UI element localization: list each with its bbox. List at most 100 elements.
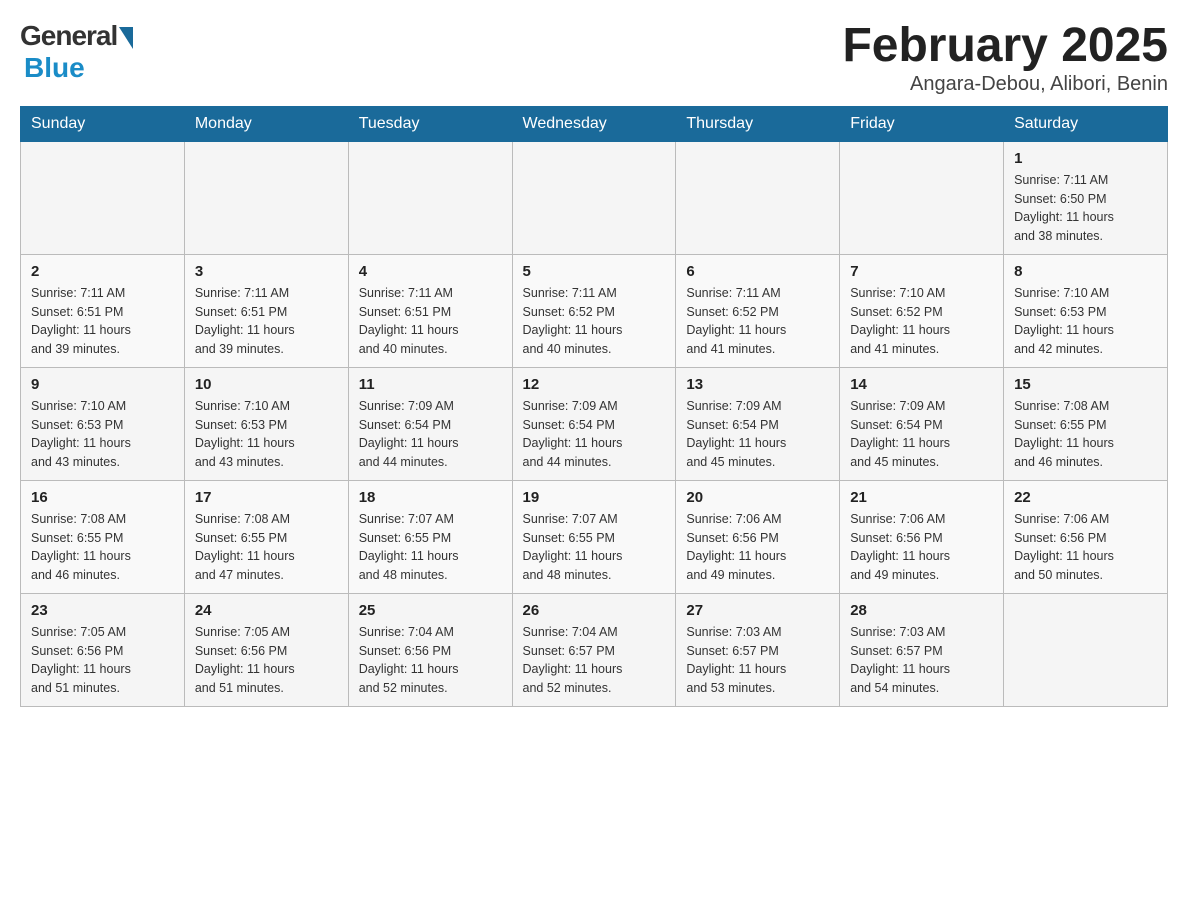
weekday-header-tuesday: Tuesday — [348, 106, 512, 141]
day-number: 18 — [359, 489, 502, 506]
day-number: 9 — [31, 376, 174, 393]
calendar-cell: 9 Sunrise: 7:10 AM Sunset: 6:53 PM Daylig… — [21, 367, 185, 480]
logo-blue-text: Blue — [24, 52, 85, 84]
day-number: 11 — [359, 376, 502, 393]
day-info: Sunrise: 7:03 AM Sunset: 6:57 PM Dayligh… — [850, 623, 993, 698]
week-row-4: 16 Sunrise: 7:08 AM Sunset: 6:55 PM Dayli… — [21, 480, 1168, 593]
day-info: Sunrise: 7:11 AM Sunset: 6:52 PM Dayligh… — [686, 284, 829, 359]
day-number: 10 — [195, 376, 338, 393]
calendar-cell: 7 Sunrise: 7:10 AM Sunset: 6:52 PM Daylig… — [840, 254, 1004, 367]
day-number: 16 — [31, 489, 174, 506]
day-number: 13 — [686, 376, 829, 393]
weekday-header-wednesday: Wednesday — [512, 106, 676, 141]
day-number: 23 — [31, 602, 174, 619]
calendar-cell: 15 Sunrise: 7:08 AM Sunset: 6:55 PM Dayli… — [1004, 367, 1168, 480]
calendar-cell: 26 Sunrise: 7:04 AM Sunset: 6:57 PM Dayli… — [512, 593, 676, 706]
day-info: Sunrise: 7:09 AM Sunset: 6:54 PM Dayligh… — [523, 397, 666, 472]
day-number: 5 — [523, 263, 666, 280]
calendar-cell: 3 Sunrise: 7:11 AM Sunset: 6:51 PM Daylig… — [184, 254, 348, 367]
day-info: Sunrise: 7:10 AM Sunset: 6:52 PM Dayligh… — [850, 284, 993, 359]
day-info: Sunrise: 7:10 AM Sunset: 6:53 PM Dayligh… — [1014, 284, 1157, 359]
calendar-title: February 2025 — [842, 20, 1168, 73]
calendar-cell: 22 Sunrise: 7:06 AM Sunset: 6:56 PM Dayli… — [1004, 480, 1168, 593]
calendar-cell — [21, 141, 185, 254]
day-number: 17 — [195, 489, 338, 506]
day-number: 2 — [31, 263, 174, 280]
day-number: 21 — [850, 489, 993, 506]
day-info: Sunrise: 7:10 AM Sunset: 6:53 PM Dayligh… — [31, 397, 174, 472]
day-info: Sunrise: 7:11 AM Sunset: 6:51 PM Dayligh… — [359, 284, 502, 359]
week-row-3: 9 Sunrise: 7:10 AM Sunset: 6:53 PM Daylig… — [21, 367, 1168, 480]
calendar-cell: 28 Sunrise: 7:03 AM Sunset: 6:57 PM Dayli… — [840, 593, 1004, 706]
calendar-cell: 24 Sunrise: 7:05 AM Sunset: 6:56 PM Dayli… — [184, 593, 348, 706]
calendar-cell: 11Sunrise: 7:09 AM Sunset: 6:54 PM Dayli… — [348, 367, 512, 480]
weekday-header-monday: Monday — [184, 106, 348, 141]
calendar-cell: 8 Sunrise: 7:10 AM Sunset: 6:53 PM Daylig… — [1004, 254, 1168, 367]
day-number: 26 — [523, 602, 666, 619]
calendar-cell: 19Sunrise: 7:07 AM Sunset: 6:55 PM Dayli… — [512, 480, 676, 593]
calendar-table: SundayMondayTuesdayWednesdayThursdayFrid… — [20, 106, 1168, 707]
day-number: 12 — [523, 376, 666, 393]
logo-arrow-icon — [119, 27, 133, 49]
calendar-cell: 21Sunrise: 7:06 AM Sunset: 6:56 PM Dayli… — [840, 480, 1004, 593]
day-number: 14 — [850, 376, 993, 393]
calendar-cell: 13 Sunrise: 7:09 AM Sunset: 6:54 PM Dayli… — [676, 367, 840, 480]
calendar-cell: 23 Sunrise: 7:05 AM Sunset: 6:56 PM Dayli… — [21, 593, 185, 706]
day-number: 15 — [1014, 376, 1157, 393]
day-info: Sunrise: 7:05 AM Sunset: 6:56 PM Dayligh… — [195, 623, 338, 698]
day-info: Sunrise: 7:11 AM Sunset: 6:50 PM Dayligh… — [1014, 171, 1157, 246]
day-info: Sunrise: 7:06 AM Sunset: 6:56 PM Dayligh… — [686, 510, 829, 585]
day-info: Sunrise: 7:06 AM Sunset: 6:56 PM Dayligh… — [1014, 510, 1157, 585]
day-info: Sunrise: 7:11 AM Sunset: 6:51 PM Dayligh… — [195, 284, 338, 359]
day-info: Sunrise: 7:08 AM Sunset: 6:55 PM Dayligh… — [195, 510, 338, 585]
calendar-cell — [840, 141, 1004, 254]
calendar-cell: 17 Sunrise: 7:08 AM Sunset: 6:55 PM Dayli… — [184, 480, 348, 593]
calendar-cell: 12 Sunrise: 7:09 AM Sunset: 6:54 PM Dayli… — [512, 367, 676, 480]
calendar-cell — [512, 141, 676, 254]
day-number: 22 — [1014, 489, 1157, 506]
weekday-header-saturday: Saturday — [1004, 106, 1168, 141]
calendar-subtitle: Angara-Debou, Alibori, Benin — [842, 73, 1168, 96]
day-number: 19 — [523, 489, 666, 506]
day-number: 1 — [1014, 150, 1157, 167]
day-number: 7 — [850, 263, 993, 280]
weekday-header-sunday: Sunday — [21, 106, 185, 141]
calendar-cell — [676, 141, 840, 254]
calendar-cell — [348, 141, 512, 254]
day-info: Sunrise: 7:08 AM Sunset: 6:55 PM Dayligh… — [1014, 397, 1157, 472]
weekday-header-thursday: Thursday — [676, 106, 840, 141]
day-number: 8 — [1014, 263, 1157, 280]
logo: General Blue — [20, 20, 133, 84]
day-info: Sunrise: 7:09 AM Sunset: 6:54 PM Dayligh… — [850, 397, 993, 472]
calendar-cell — [184, 141, 348, 254]
day-info: Sunrise: 7:05 AM Sunset: 6:56 PM Dayligh… — [31, 623, 174, 698]
day-info: Sunrise: 7:04 AM Sunset: 6:56 PM Dayligh… — [359, 623, 502, 698]
day-info: Sunrise: 7:04 AM Sunset: 6:57 PM Dayligh… — [523, 623, 666, 698]
day-number: 3 — [195, 263, 338, 280]
day-info: Sunrise: 7:03 AM Sunset: 6:57 PM Dayligh… — [686, 623, 829, 698]
day-info: Sunrise: 7:10 AM Sunset: 6:53 PM Dayligh… — [195, 397, 338, 472]
calendar-cell: 1 Sunrise: 7:11 AM Sunset: 6:50 PM Daylig… — [1004, 141, 1168, 254]
calendar-cell: 20Sunrise: 7:06 AM Sunset: 6:56 PM Dayli… — [676, 480, 840, 593]
calendar-cell: 18Sunrise: 7:07 AM Sunset: 6:55 PM Dayli… — [348, 480, 512, 593]
week-row-2: 2 Sunrise: 7:11 AM Sunset: 6:51 PM Daylig… — [21, 254, 1168, 367]
week-row-1: 1 Sunrise: 7:11 AM Sunset: 6:50 PM Daylig… — [21, 141, 1168, 254]
day-number: 6 — [686, 263, 829, 280]
day-info: Sunrise: 7:11 AM Sunset: 6:52 PM Dayligh… — [523, 284, 666, 359]
calendar-cell: 16Sunrise: 7:08 AM Sunset: 6:55 PM Dayli… — [21, 480, 185, 593]
day-info: Sunrise: 7:11 AM Sunset: 6:51 PM Dayligh… — [31, 284, 174, 359]
calendar-cell — [1004, 593, 1168, 706]
day-number: 24 — [195, 602, 338, 619]
calendar-cell: 6 Sunrise: 7:11 AM Sunset: 6:52 PM Daylig… — [676, 254, 840, 367]
day-number: 25 — [359, 602, 502, 619]
day-number: 27 — [686, 602, 829, 619]
title-block: February 2025 Angara-Debou, Alibori, Ben… — [842, 20, 1168, 96]
day-number: 28 — [850, 602, 993, 619]
day-number: 4 — [359, 263, 502, 280]
weekday-header-row: SundayMondayTuesdayWednesdayThursdayFrid… — [21, 106, 1168, 141]
calendar-cell: 27 Sunrise: 7:03 AM Sunset: 6:57 PM Dayli… — [676, 593, 840, 706]
day-info: Sunrise: 7:09 AM Sunset: 6:54 PM Dayligh… — [686, 397, 829, 472]
calendar-cell: 14 Sunrise: 7:09 AM Sunset: 6:54 PM Dayli… — [840, 367, 1004, 480]
weekday-header-friday: Friday — [840, 106, 1004, 141]
calendar-cell: 10 Sunrise: 7:10 AM Sunset: 6:53 PM Dayli… — [184, 367, 348, 480]
